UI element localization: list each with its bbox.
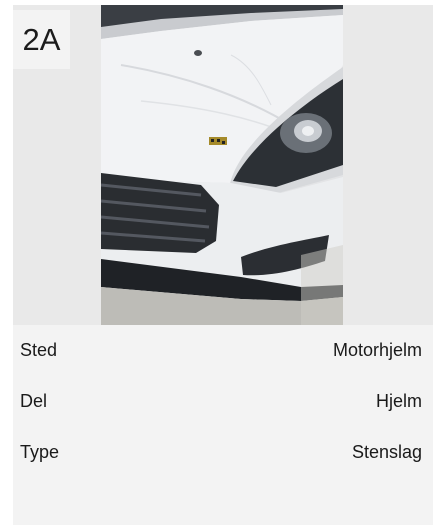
detail-value-type: Stenslag <box>351 441 422 462</box>
detail-value-del: Hjelm <box>375 390 422 411</box>
photo-area: 2A <box>13 5 433 325</box>
detail-label-del: Del <box>20 390 48 411</box>
detail-label-type: Type <box>20 441 60 462</box>
detail-label-sted: Sted <box>20 339 58 360</box>
detail-row-sted: Sted Motorhjelm <box>20 337 422 363</box>
damage-id-badge: 2A <box>13 10 70 69</box>
detail-row-type: Type Stenslag <box>20 439 422 465</box>
damage-photo[interactable] <box>101 5 343 325</box>
detail-value-sted: Motorhjelm <box>332 339 422 360</box>
vehicle-front-image <box>101 5 343 325</box>
detail-row-del: Del Hjelm <box>20 388 422 414</box>
